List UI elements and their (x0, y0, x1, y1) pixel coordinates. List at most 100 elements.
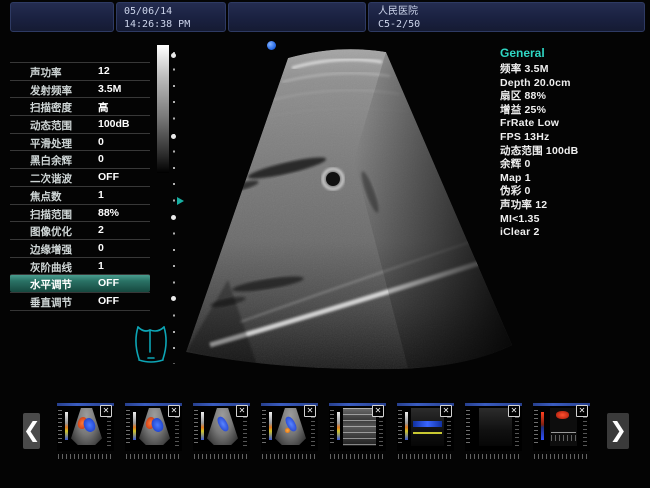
param-row-focus-number[interactable]: 焦点数1 (10, 186, 150, 204)
time-text: 14:26:38 PM (124, 18, 225, 31)
parameter-panel: 声功率12 发射频率 3.5M 扫描密度 高 动态范围 100dB 平滑处理0 黑白余… (10, 62, 150, 311)
info-iclear: iClear 2 (500, 226, 648, 240)
param-row-horizontal-adjust[interactable]: 水平调节OFF (10, 274, 150, 292)
thumbnail-close-button[interactable]: ✕ (576, 405, 588, 417)
param-row-image-optimize[interactable]: 图像优化2 (10, 221, 150, 239)
thumbnail-7[interactable]: ✕ (465, 403, 522, 461)
thumbnail-2[interactable]: ✕ (125, 403, 182, 461)
close-icon: ✕ (443, 406, 450, 415)
thumbnails-next-button[interactable]: ❯ (607, 413, 629, 449)
topbar-patient-box (228, 2, 366, 32)
param-row-edge-enhance[interactable]: 边缘增强0 (10, 239, 150, 257)
param-label: 图像优化 (30, 224, 72, 239)
info-gain: 增益 25% (500, 104, 648, 118)
info-persistence: 余辉 0 (500, 158, 648, 172)
info-mi: MI<1.35 (500, 213, 648, 227)
param-value: 高 (98, 100, 109, 115)
topbar-datetime: 05/06/14 14:26:38 PM (116, 2, 226, 32)
param-value: OFF (98, 171, 119, 183)
thumbnail-close-button[interactable]: ✕ (508, 405, 520, 417)
info-acoustic-power: 声功率 12 (500, 199, 648, 213)
chevron-right-icon: ❯ (609, 419, 627, 442)
thumbnails-prev-button[interactable]: ❮ (23, 413, 40, 449)
thumb-left-ticks (194, 410, 198, 444)
thumb-spectral-image (550, 408, 577, 446)
thumbnail-caption-ticks (330, 454, 385, 459)
ultrasound-screen: 05/06/14 14:26:38 PM 人民医院 C5-2/50 声功率12 … (0, 0, 650, 488)
param-row-scan-range[interactable]: 扫描范围 88% (10, 204, 150, 222)
param-row-acoustic-power[interactable]: 声功率12 (10, 62, 150, 80)
info-frequency: 频率 3.5M (500, 63, 648, 77)
thumbnail-1[interactable]: ✕ (57, 403, 114, 461)
doppler-blue-patch (150, 416, 165, 433)
doppler-blue-patch (82, 416, 97, 433)
ultrasound-image (158, 40, 530, 372)
thumbnail-6[interactable]: ✕ (397, 403, 454, 461)
param-label: 发射频率 (30, 83, 72, 98)
param-value: 1 (98, 260, 104, 272)
close-icon: ✕ (579, 406, 586, 415)
close-icon: ✕ (103, 406, 110, 415)
thumbnail-8[interactable]: ✕ (533, 403, 590, 461)
thumb-sector (71, 408, 102, 445)
param-row-gray-curve[interactable]: 灰阶曲线 1 (10, 257, 150, 275)
thumb-colorbar (201, 412, 204, 440)
thumb-sector (275, 408, 306, 445)
param-label: 黑白余辉 (30, 153, 72, 168)
thumbnail-close-button[interactable]: ✕ (168, 405, 180, 417)
thumb-left-ticks (330, 410, 334, 444)
param-value: 88% (98, 207, 119, 219)
thumbnail-caption-ticks (194, 454, 249, 459)
thumb-left-ticks (398, 410, 402, 444)
param-label: 灰阶曲线 (30, 260, 72, 275)
spectral-baseline (551, 432, 576, 433)
thumbnail-close-button[interactable]: ✕ (440, 405, 452, 417)
param-row-tx-frequency[interactable]: 发射频率 3.5M (10, 80, 150, 98)
thumb-colorbar (337, 412, 340, 440)
topbar-logo-box (10, 2, 114, 32)
thumbnail-4[interactable]: ✕ (261, 403, 318, 461)
param-row-scan-density[interactable]: 扫描密度 高 (10, 97, 150, 115)
param-label: 声功率 (30, 65, 62, 80)
param-value: 3.5M (98, 83, 121, 95)
image-info-panel: General 频率 3.5M Depth 20.0cm 扇区 88% 增益 2… (500, 46, 648, 240)
thumbnail-5[interactable]: ✕ (329, 403, 386, 461)
info-depth: Depth 20.0cm (500, 77, 648, 91)
info-sector: 扇区 88% (500, 90, 648, 104)
close-icon: ✕ (239, 406, 246, 415)
info-dynamic-range: 动态范围 100dB (500, 145, 648, 159)
preset-name: General (500, 46, 648, 60)
param-value: 0 (98, 153, 104, 165)
doppler-yellow-line (413, 432, 442, 434)
thumbnail-close-button[interactable]: ✕ (304, 405, 316, 417)
thumb-left-ticks (126, 410, 130, 444)
thumb-left-ticks (534, 410, 538, 444)
param-row-harmonics[interactable]: 二次谐波 OFF (10, 168, 150, 186)
param-value: 1 (98, 189, 104, 201)
thumbnail-close-button[interactable]: ✕ (236, 405, 248, 417)
param-row-dynamic-range[interactable]: 动态范围 100dB (10, 115, 150, 133)
param-label: 二次谐波 (30, 171, 72, 186)
close-icon: ✕ (511, 406, 518, 415)
param-value: OFF (98, 295, 119, 307)
thumb-colorbar (65, 412, 68, 440)
param-row-vertical-adjust[interactable]: 垂直调节OFF (10, 292, 150, 310)
info-map: Map 1 (500, 172, 648, 186)
param-label: 扫描范围 (30, 207, 72, 222)
doppler-blue-patch (216, 415, 231, 433)
thumbnail-close-button[interactable]: ✕ (100, 405, 112, 417)
info-fps: FPS 13Hz (500, 131, 648, 145)
param-row-bw-persistence[interactable]: 黑白余辉 0 (10, 150, 150, 168)
body-marker-icon[interactable] (133, 322, 169, 364)
param-label: 动态范围 (30, 118, 72, 133)
param-label: 扫描密度 (30, 100, 72, 115)
thumbnail-caption-ticks (262, 454, 317, 459)
thumbnail-close-button[interactable]: ✕ (372, 405, 384, 417)
param-value: 100dB (98, 118, 130, 130)
info-pseudo-color: 伪彩 0 (500, 185, 648, 199)
thumb-sector (139, 408, 170, 445)
thumb-colorbar (133, 412, 136, 440)
thumbnail-3[interactable]: ✕ (193, 403, 250, 461)
param-row-smoothing[interactable]: 平滑处理0 (10, 133, 150, 151)
close-icon: ✕ (307, 406, 314, 415)
